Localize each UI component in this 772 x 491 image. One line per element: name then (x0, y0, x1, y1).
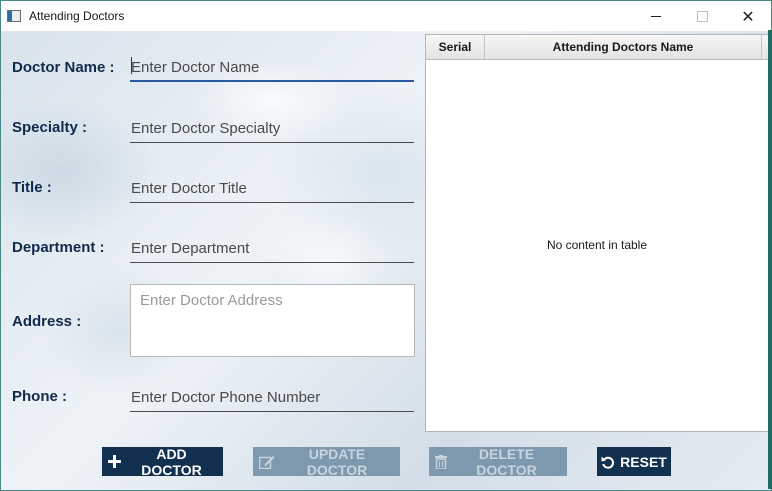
department-field[interactable] (130, 235, 414, 263)
empty-table-message: No content in table (546, 238, 648, 252)
app-window-icon (7, 10, 21, 22)
minimize-button[interactable] (633, 1, 679, 31)
address-label: Address : (12, 313, 82, 330)
reset-button[interactable]: RESET (597, 447, 671, 476)
column-header-serial[interactable]: Serial (426, 35, 485, 59)
add-doctor-label: ADD DOCTOR (141, 445, 202, 478)
edit-icon (259, 455, 275, 469)
update-doctor-label: UPDATE DOCTOR (306, 445, 368, 478)
table-header: Serial Attending Doctors Name (426, 35, 768, 60)
minimize-icon (651, 15, 661, 17)
title-field[interactable] (130, 175, 414, 203)
attending-doctors-window: Attending Doctors ✕ Doctor Name : Specia… (0, 0, 772, 491)
title-bar[interactable]: Attending Doctors ✕ (1, 1, 771, 31)
doctor-name-label: Doctor Name : (12, 59, 115, 76)
address-field[interactable] (130, 284, 415, 357)
reset-label: RESET (620, 453, 667, 470)
column-header-doctor-name[interactable]: Attending Doctors Name (485, 35, 762, 59)
maximize-icon (696, 10, 708, 22)
close-button[interactable]: ✕ (725, 1, 771, 31)
title-label: Title : (12, 179, 52, 196)
text-caret (131, 57, 132, 74)
delete-doctor-button[interactable]: DELETE DOCTOR (429, 445, 567, 478)
undo-icon (601, 455, 615, 469)
phone-field[interactable] (130, 384, 414, 412)
window-controls: ✕ (633, 1, 771, 31)
doctor-name-field[interactable] (130, 54, 414, 82)
plus-icon (108, 455, 121, 468)
window-title: Attending Doctors (29, 9, 125, 23)
department-label: Department : (12, 239, 105, 256)
trash-icon (435, 454, 447, 469)
phone-label: Phone : (12, 388, 67, 405)
close-icon: ✕ (741, 6, 755, 26)
add-doctor-button[interactable]: ADD DOCTOR (102, 445, 223, 478)
update-doctor-button[interactable]: UPDATE DOCTOR (253, 445, 400, 478)
doctors-table[interactable]: Serial Attending Doctors Name No content… (425, 34, 769, 432)
delete-doctor-label: DELETE DOCTOR (476, 445, 537, 478)
main-content: Doctor Name : Specialty : Title : Depart… (1, 31, 771, 490)
background-edge (768, 30, 772, 489)
specialty-label: Specialty : (12, 119, 88, 136)
maximize-button[interactable] (679, 1, 725, 31)
specialty-field[interactable] (130, 115, 414, 143)
